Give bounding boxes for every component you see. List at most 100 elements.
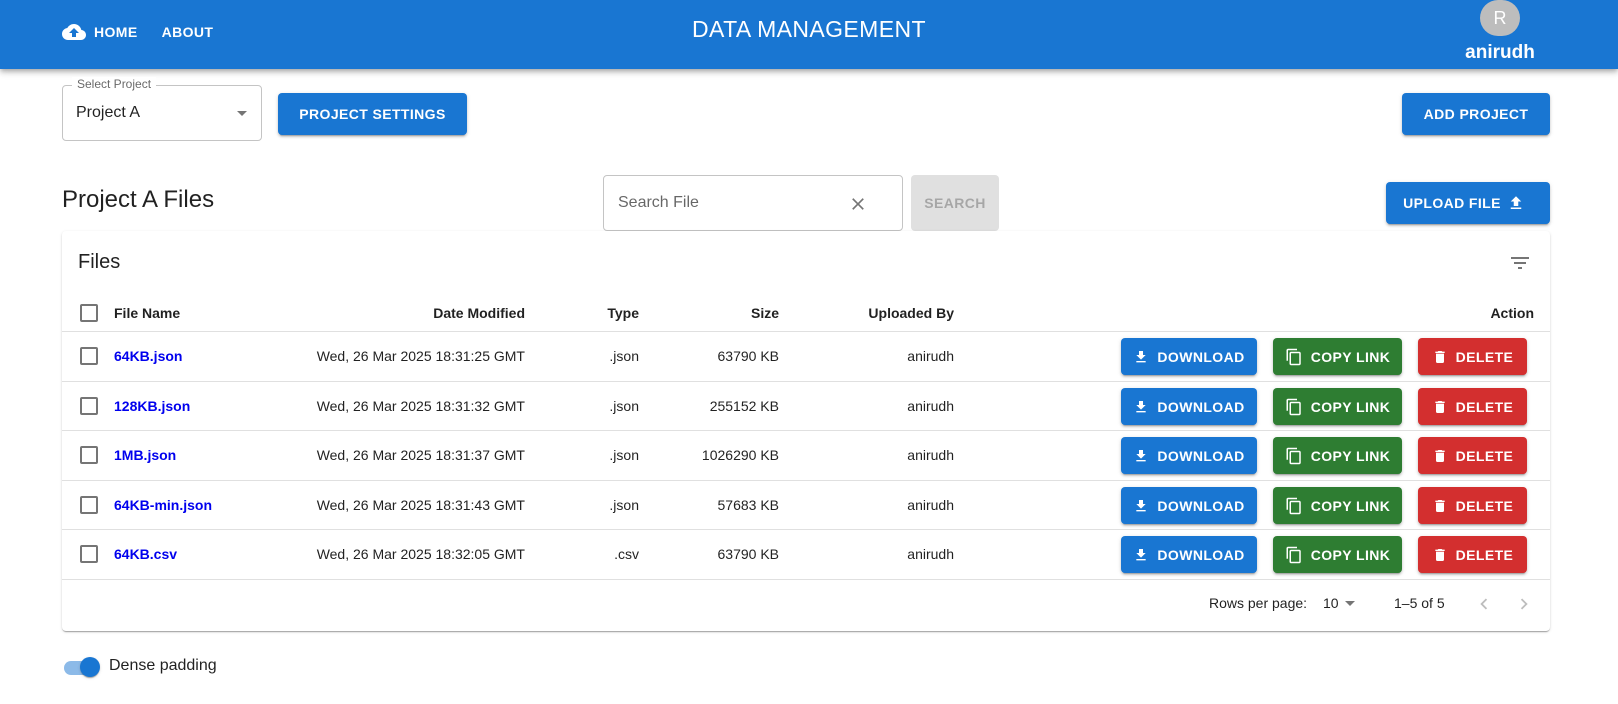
- download-button[interactable]: DOWNLOAD: [1121, 338, 1257, 375]
- row-checkbox[interactable]: [80, 496, 98, 514]
- row-checkbox[interactable]: [80, 446, 98, 464]
- download-label: DOWNLOAD: [1157, 497, 1245, 514]
- type-cell: .json: [609, 348, 639, 364]
- delete-button[interactable]: DELETE: [1418, 487, 1527, 524]
- trash-icon: [1432, 399, 1456, 415]
- type-cell: .json: [609, 497, 639, 513]
- chevron-right-icon[interactable]: [1513, 593, 1535, 615]
- filter-list-icon[interactable]: [1508, 251, 1532, 275]
- content-copy-icon: [1285, 398, 1311, 416]
- close-icon[interactable]: [848, 194, 868, 214]
- delete-label: DELETE: [1455, 546, 1514, 563]
- type-cell: .csv: [614, 546, 639, 562]
- delete-button[interactable]: DELETE: [1418, 536, 1527, 573]
- size-cell: 1026290 KB: [701, 447, 779, 463]
- row-checkbox[interactable]: [80, 545, 98, 563]
- app-title: DATA MANAGEMENT: [692, 16, 926, 42]
- download-button[interactable]: DOWNLOAD: [1121, 536, 1257, 573]
- uploaded-by-cell: anirudh: [907, 398, 954, 414]
- copy-link-button[interactable]: COPY LINK: [1273, 536, 1402, 573]
- download-button[interactable]: DOWNLOAD: [1121, 487, 1257, 524]
- download-label: DOWNLOAD: [1157, 546, 1245, 563]
- copy-link-button[interactable]: COPY LINK: [1273, 388, 1402, 425]
- trash-icon: [1432, 448, 1456, 464]
- upload-icon: [1507, 194, 1533, 212]
- project-settings-button[interactable]: PROJECT SETTINGS: [278, 93, 467, 135]
- content-copy-icon: [1285, 546, 1311, 564]
- copy-link-button[interactable]: COPY LINK: [1273, 437, 1402, 474]
- column-header-date-modified[interactable]: Date Modified: [302, 305, 525, 321]
- trash-icon: [1432, 349, 1456, 365]
- row-checkbox[interactable]: [80, 347, 98, 365]
- copy-link-button[interactable]: COPY LINK: [1273, 487, 1402, 524]
- delete-button[interactable]: DELETE: [1418, 388, 1527, 425]
- download-icon: [1133, 399, 1157, 415]
- delete-button[interactable]: DELETE: [1418, 338, 1527, 375]
- delete-label: DELETE: [1455, 348, 1514, 365]
- rows-per-page-label: Rows per page:: [1209, 595, 1308, 611]
- trash-icon: [1432, 498, 1456, 514]
- size-cell: 63790 KB: [717, 546, 780, 562]
- search-input[interactable]: [618, 192, 848, 214]
- project-select-value: Project A: [76, 104, 141, 121]
- copy-link-label: COPY LINK: [1310, 398, 1391, 415]
- date-modified-cell: Wed, 26 Mar 2025 18:31:37 GMT: [316, 447, 525, 463]
- delete-label: DELETE: [1455, 447, 1514, 464]
- delete-label: DELETE: [1455, 398, 1514, 415]
- dense-padding-switch[interactable]: [62, 654, 102, 680]
- divider: [62, 381, 1550, 382]
- copy-link-label: COPY LINK: [1310, 497, 1391, 514]
- copy-link-label: COPY LINK: [1310, 546, 1391, 563]
- type-cell: .json: [609, 398, 639, 414]
- download-label: DOWNLOAD: [1157, 447, 1245, 464]
- download-label: DOWNLOAD: [1157, 348, 1245, 365]
- copy-link-label: COPY LINK: [1310, 348, 1391, 365]
- file-name-link[interactable]: 64KB-min.json: [114, 497, 212, 513]
- download-icon: [1133, 547, 1157, 563]
- download-button[interactable]: DOWNLOAD: [1121, 388, 1257, 425]
- divider: [62, 529, 1550, 530]
- copy-link-button[interactable]: COPY LINK: [1273, 338, 1402, 375]
- uploaded-by-cell: anirudh: [907, 348, 954, 364]
- upload-file-button[interactable]: UPLOAD FILE: [1386, 182, 1550, 224]
- file-name-link[interactable]: 1MB.json: [114, 447, 176, 463]
- date-modified-cell: Wed, 26 Mar 2025 18:31:25 GMT: [316, 348, 525, 364]
- file-name-link[interactable]: 64KB.csv: [114, 546, 177, 562]
- divider: [62, 579, 1550, 580]
- column-header-uploaded-by[interactable]: Uploaded By: [822, 305, 954, 321]
- column-header-type[interactable]: Type: [562, 305, 639, 321]
- download-icon: [1133, 448, 1157, 464]
- avatar[interactable]: R: [1480, 0, 1520, 36]
- content-copy-icon: [1285, 348, 1311, 366]
- divider: [62, 480, 1550, 481]
- add-project-button[interactable]: ADD PROJECT: [1402, 93, 1550, 135]
- switch-thumb: [80, 657, 100, 677]
- column-header-file-name[interactable]: File Name: [114, 305, 180, 321]
- project-select[interactable]: Select Project Project A: [62, 77, 262, 141]
- file-name-link[interactable]: 64KB.json: [114, 348, 182, 364]
- files-table: Files File Name Date Modified Type Size …: [62, 231, 1550, 631]
- upload-file-label: UPLOAD FILE: [1403, 195, 1501, 211]
- select-all-checkbox[interactable]: [80, 304, 98, 322]
- pagination-range: 1–5 of 5: [1394, 595, 1445, 611]
- column-header-size[interactable]: Size: [662, 305, 779, 321]
- size-cell: 57683 KB: [717, 497, 780, 513]
- download-button[interactable]: DOWNLOAD: [1121, 437, 1257, 474]
- download-icon: [1133, 349, 1157, 365]
- content-copy-icon: [1285, 447, 1311, 465]
- type-cell: .json: [609, 447, 639, 463]
- rows-per-page-value[interactable]: 10: [1323, 595, 1339, 611]
- row-checkbox[interactable]: [80, 397, 98, 415]
- chevron-left-icon[interactable]: [1473, 593, 1495, 615]
- delete-button[interactable]: DELETE: [1418, 437, 1527, 474]
- delete-label: DELETE: [1455, 497, 1514, 514]
- arrow-drop-down-icon[interactable]: [1345, 601, 1355, 606]
- search-field[interactable]: [603, 175, 903, 231]
- trash-icon: [1432, 547, 1456, 563]
- username: anirudh: [1465, 42, 1535, 63]
- user-menu[interactable]: R anirudh: [1460, 0, 1540, 69]
- file-name-link[interactable]: 128KB.json: [114, 398, 190, 414]
- search-button[interactable]: SEARCH: [911, 175, 999, 231]
- download-icon: [1133, 498, 1157, 514]
- section-title: Project A Files: [62, 186, 215, 213]
